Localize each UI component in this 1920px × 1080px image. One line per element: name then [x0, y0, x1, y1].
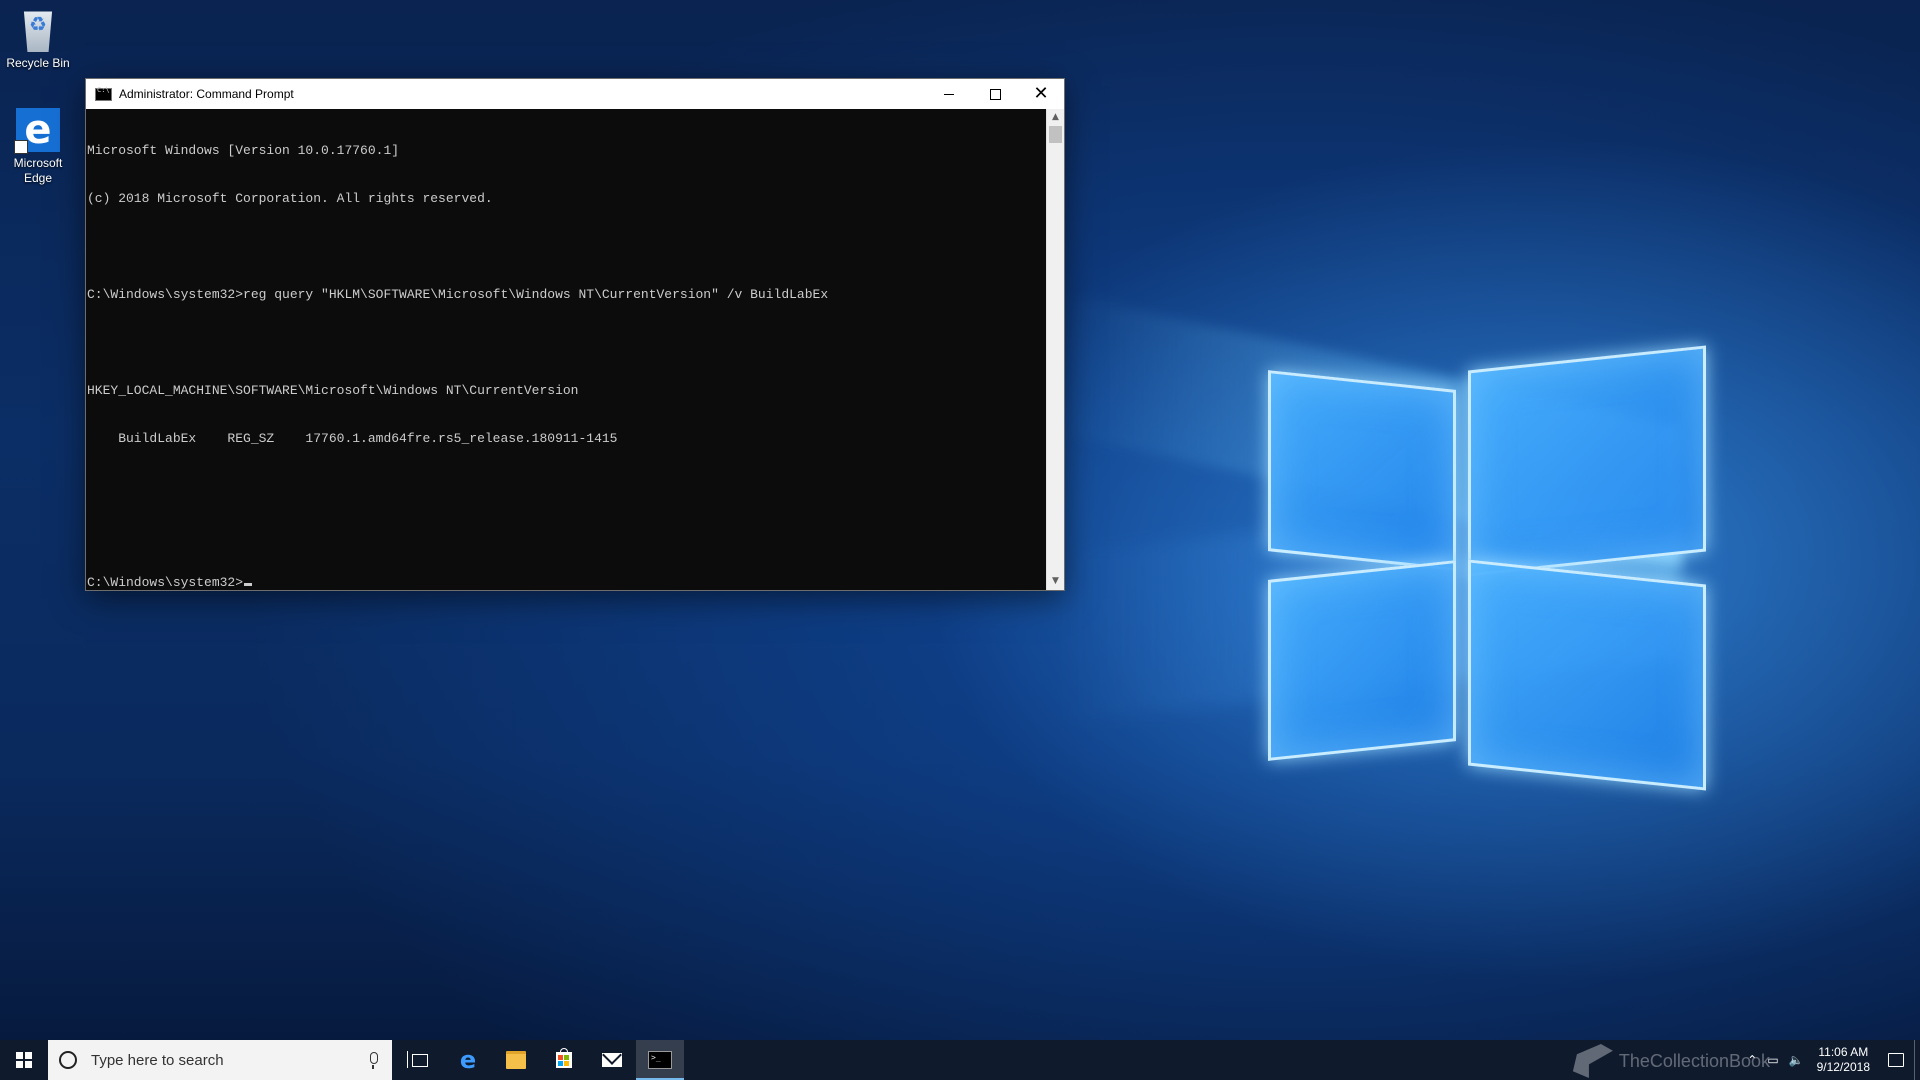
text-cursor	[244, 583, 253, 586]
desktop-icon-recycle-bin[interactable]: Recycle Bin	[0, 8, 78, 71]
file-explorer-icon	[506, 1051, 526, 1069]
taskbar-store-button[interactable]	[540, 1040, 588, 1080]
taskbar-file-explorer-button[interactable]	[492, 1040, 540, 1080]
network-button[interactable]: ▭	[1762, 1040, 1783, 1080]
recycle-bin-icon	[23, 11, 53, 52]
console-prompt-line[interactable]: C:\Windows\system32>	[87, 575, 1047, 590]
minimize-icon	[944, 93, 954, 95]
console-line: (c) 2018 Microsoft Corporation. All righ…	[87, 191, 493, 206]
edge-icon: e	[459, 1046, 477, 1074]
window-title: Administrator: Command Prompt	[119, 87, 294, 101]
console-line: HKEY_LOCAL_MACHINE\SOFTWARE\Microsoft\Wi…	[87, 383, 579, 398]
console-prompt: C:\Windows\system32>	[87, 575, 244, 590]
microphone-icon[interactable]	[370, 1052, 378, 1069]
chevron-up-icon: ⌃	[1747, 1053, 1758, 1067]
book-logo-icon	[1572, 1044, 1613, 1078]
desktop-icon-label: Microsoft Edge	[13, 156, 63, 185]
close-icon: ✕	[1033, 83, 1049, 104]
volume-button[interactable]: 🔈	[1784, 1040, 1809, 1080]
command-prompt-window[interactable]: Administrator: Command Prompt ✕ Microsof…	[85, 78, 1065, 591]
window-titlebar[interactable]: Administrator: Command Prompt ✕	[86, 79, 1064, 109]
edge-icon: e	[14, 108, 60, 154]
scroll-down-arrow-icon[interactable]: ▼	[1047, 573, 1064, 590]
minimize-button[interactable]	[926, 79, 972, 109]
clock-date: 9/12/2018	[1816, 1060, 1870, 1074]
command-prompt-icon	[648, 1051, 672, 1069]
console-output[interactable]: Microsoft Windows [Version 10.0.17760.1]…	[86, 109, 1047, 590]
close-button[interactable]: ✕	[1018, 79, 1064, 109]
task-view-button[interactable]	[396, 1040, 444, 1080]
action-center-button[interactable]	[1878, 1040, 1914, 1080]
vertical-scrollbar[interactable]: ▲ ▼	[1046, 109, 1064, 590]
mail-icon	[602, 1053, 622, 1067]
volume-icon: 🔈	[1788, 1053, 1804, 1067]
network-icon: ▭	[1767, 1053, 1779, 1067]
system-tray: ⌃ ▭ 🔈 11:06 AM 9/12/2018	[1742, 1040, 1920, 1080]
scrollbar-thumb[interactable]	[1049, 126, 1062, 143]
search-input[interactable]	[89, 1050, 353, 1070]
taskbar-edge-button[interactable]: e	[444, 1040, 492, 1080]
desktop-icon-label: Recycle Bin	[6, 56, 70, 70]
windows-logo-pane	[1468, 559, 1706, 791]
watermark: TheCollectionBook	[1572, 1044, 1770, 1078]
windows-start-icon	[16, 1052, 32, 1068]
windows-logo-pane	[1468, 345, 1706, 577]
console-line: C:\Windows\system32>reg query "HKLM\SOFT…	[87, 287, 829, 302]
task-view-icon	[407, 1050, 428, 1068]
show-desktop-button[interactable]	[1914, 1040, 1920, 1080]
taskbar-search-box[interactable]	[48, 1040, 392, 1080]
taskbar-clock[interactable]: 11:06 AM 9/12/2018	[1809, 1045, 1878, 1075]
store-icon	[556, 1048, 572, 1068]
scroll-up-arrow-icon[interactable]: ▲	[1047, 109, 1064, 126]
windows-logo-pane	[1268, 560, 1456, 761]
command-prompt-icon[interactable]	[95, 86, 112, 101]
maximize-button[interactable]	[972, 79, 1018, 109]
windows-logo-pane	[1268, 370, 1456, 571]
desktop-icon-microsoft-edge[interactable]: e Microsoft Edge	[0, 108, 78, 186]
clock-time: 11:06 AM	[1818, 1045, 1869, 1059]
maximize-icon	[989, 88, 1001, 100]
console-line: BuildLabEx REG_SZ 17760.1.amd64fre.rs5_r…	[87, 431, 618, 446]
taskbar-mail-button[interactable]	[588, 1040, 636, 1080]
show-hidden-icons-button[interactable]: ⌃	[1742, 1040, 1762, 1080]
taskbar: e TheCollectionBook ⌃ ▭ 🔈 11:06 AM 9/12/…	[0, 1040, 1920, 1080]
taskbar-command-prompt-button[interactable]	[636, 1040, 684, 1080]
notification-icon	[1888, 1053, 1904, 1067]
cortana-icon	[59, 1051, 77, 1069]
console-line: Microsoft Windows [Version 10.0.17760.1]	[87, 143, 400, 158]
start-button[interactable]	[0, 1040, 48, 1080]
